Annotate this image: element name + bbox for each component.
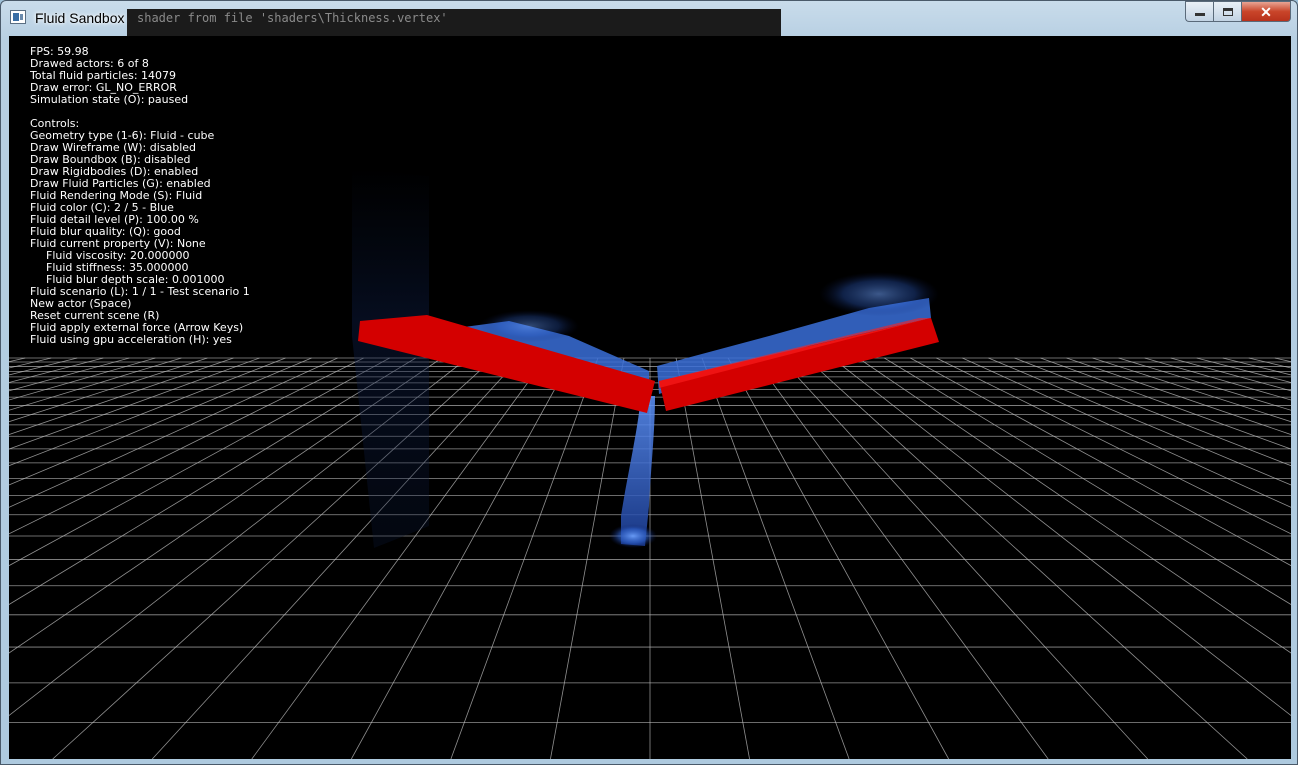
grid-line [962, 357, 1291, 508]
grid-line [9, 357, 364, 535]
control-line: Fluid using gpu acceleration (H): yes [30, 333, 232, 346]
grid-line [9, 357, 260, 450]
render-viewport[interactable]: FPS: 59.98 Drawed actors: 6 of 8 Total f… [9, 36, 1291, 759]
grid-line [9, 357, 338, 508]
grid-line [450, 357, 599, 759]
grid-line [675, 357, 750, 759]
grid-line [753, 357, 1049, 759]
caption-buttons: ✕ [1185, 1, 1291, 22]
grid-line [550, 357, 625, 759]
grid-line [779, 357, 1149, 759]
grid-line [1170, 357, 1291, 392]
grid-line [9, 357, 312, 486]
grid-line [884, 357, 1291, 605]
window-title: Fluid Sandbox [35, 10, 125, 26]
grid-line [9, 357, 234, 435]
title-bar[interactable]: Fluid Sandbox ✕ [1, 1, 1297, 35]
grid-line [9, 357, 130, 392]
grid-line [1040, 357, 1291, 450]
app-window: shader from file 'shaders\Thickness.vert… [0, 0, 1298, 765]
close-icon: ✕ [1260, 3, 1272, 20]
maximize-button[interactable] [1213, 1, 1241, 22]
grid-line [910, 357, 1291, 567]
minimize-icon [1194, 13, 1205, 16]
grid-line [9, 357, 416, 605]
ghost-container-box [352, 168, 429, 548]
grid-line [1066, 357, 1291, 435]
grid-line [9, 357, 208, 423]
grid-line [151, 357, 521, 759]
hud-overlay: FPS: 59.98 Drawed actors: 6 of 8 Total f… [30, 46, 250, 346]
grid-line [1092, 357, 1291, 423]
grid-line [727, 357, 950, 759]
close-button[interactable]: ✕ [1241, 1, 1291, 22]
grid-line [9, 357, 390, 567]
fluid-splash [609, 524, 657, 548]
grid-line [988, 357, 1291, 486]
app-window-icon[interactable] [10, 10, 26, 24]
maximize-icon [1222, 7, 1233, 16]
minimize-button[interactable] [1185, 1, 1213, 22]
grid-line [936, 357, 1291, 535]
fluid-spray [819, 272, 939, 316]
grid-line [858, 357, 1291, 654]
simulation-state-label: Simulation state (O): paused [30, 93, 189, 106]
grid-line [701, 357, 850, 759]
grid-line [805, 357, 1248, 759]
